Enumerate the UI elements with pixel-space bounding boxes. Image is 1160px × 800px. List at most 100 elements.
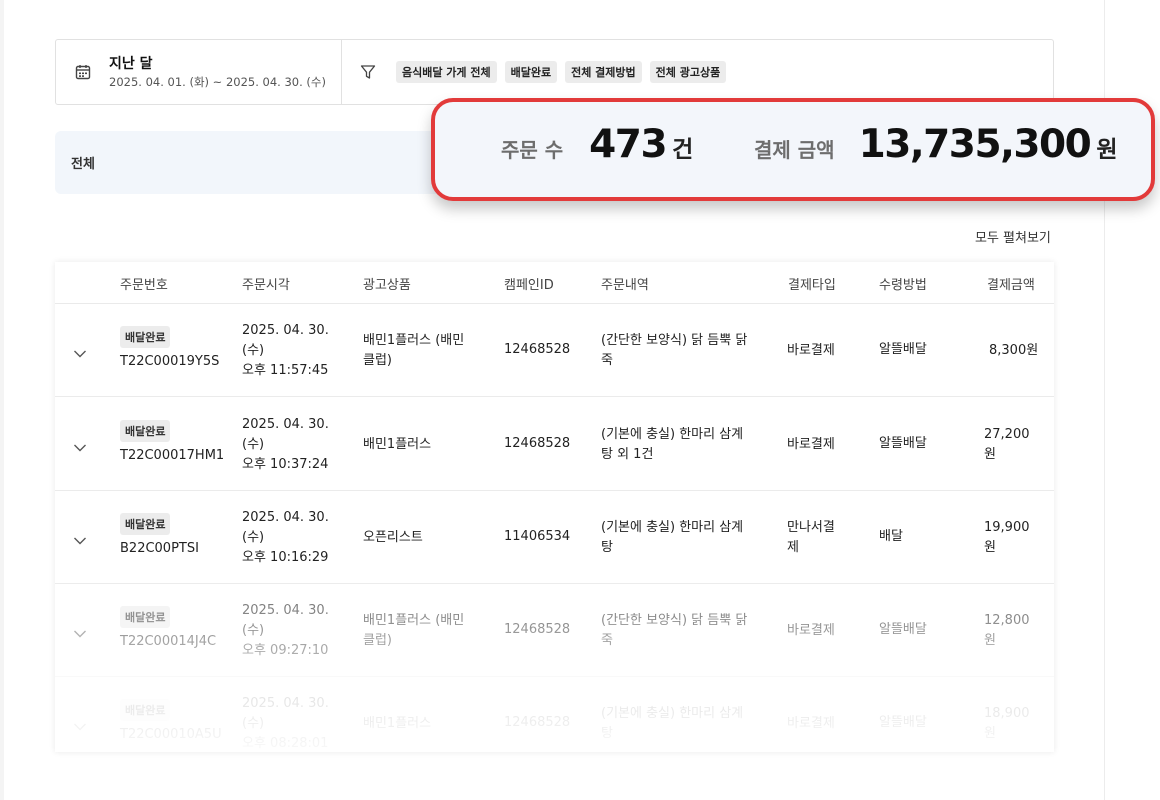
filter-chips[interactable]: 음식배달 가게 전체 배달완료 전체 결제방법 전체 광고상품	[342, 40, 734, 104]
order-time-line: 오후 09:27:10	[242, 642, 329, 658]
order-time: 2025. 04. 30. (수) 오후 10:37:24	[242, 415, 329, 475]
payment-amount-line: 원	[984, 539, 996, 555]
order-time: 2025. 04. 30. (수) 오후 09:27:10	[242, 601, 329, 661]
payment-type: 바로결제	[787, 714, 835, 734]
payment-amount-line: 원	[984, 725, 996, 741]
order-count-unit: 건	[672, 137, 694, 163]
orders-table: 주문번호 주문시각 광고상품 캠페인ID 주문내역 결제타입 수령방법 결제금액…	[55, 262, 1054, 752]
order-time-line: 오후 08:28:01	[242, 735, 329, 751]
payment-amount-stat: 결제 금액 13,735,300 원	[754, 122, 1117, 167]
chevron-down-icon[interactable]	[73, 624, 87, 638]
chevron-down-icon[interactable]	[73, 438, 87, 452]
order-time-line: (수)	[242, 622, 265, 638]
chevron-down-icon[interactable]	[73, 344, 87, 358]
ad-product-line: 클럽)	[363, 352, 392, 368]
order-time-line: (수)	[242, 529, 265, 545]
order-time-line: (수)	[242, 342, 265, 358]
payment-amount-line: 19,900	[984, 519, 1030, 535]
order-number: T22C00017HM1	[120, 448, 225, 463]
payment-amount-value: 13,735,300	[858, 122, 1092, 167]
panel-edge	[0, 0, 4, 800]
header-payment-type: 결제타입	[788, 278, 836, 293]
payment-amount: 12,800 원	[984, 611, 1030, 651]
order-count-label: 주문 수	[501, 138, 564, 162]
header-order-items: 주문내역	[601, 278, 649, 293]
receive-method: 알뜰배달	[879, 622, 927, 637]
ad-product-line: 배민1플러스 (배민	[363, 332, 465, 348]
order-time-line: 2025. 04. 30.	[242, 509, 329, 525]
receive-method: 알뜰배달	[879, 342, 927, 357]
payment-amount-unit: 원	[1096, 137, 1118, 163]
ad-product-line: 배민1플러스	[363, 715, 432, 731]
payment-amount: 27,200 원	[984, 425, 1030, 465]
payment-amount-line: 12,800	[984, 612, 1030, 628]
table-row[interactable]: 배달완료 T22C00014J4C 2025. 04. 30. (수) 오후 09:27…	[55, 584, 1054, 677]
ad-product: 오픈리스트	[363, 528, 423, 548]
order-time: 2025. 04. 30. (수) 오후 08:28:01	[242, 694, 329, 753]
payment-amount-label: 결제 금액	[754, 138, 835, 162]
table-row[interactable]: 배달완료 B22C00PTSI 2025. 04. 30. (수) 오후 10:16:2…	[55, 491, 1054, 584]
order-items: (기본에 충실) 한마리 삼계 탕	[601, 518, 743, 558]
order-time-line: 오후 10:16:29	[242, 549, 329, 565]
status-badge: 배달완료	[120, 420, 171, 442]
table-row[interactable]: 배달완료 T22C00019Y5S 2025. 04. 30. (수) 오후 11:57…	[55, 304, 1054, 397]
payment-type-line: 제	[787, 539, 799, 555]
header-order-no: 주문번호	[120, 278, 168, 293]
order-number: B22C00PTSI	[120, 541, 199, 556]
ad-product-line: 배민1플러스	[363, 436, 432, 452]
payment-type-line: 바로결제	[787, 622, 835, 638]
header-order-time: 주문시각	[242, 278, 290, 293]
ad-product-line: 오픈리스트	[363, 529, 423, 545]
table-row[interactable]: 배달완료 T22C00010A5U 2025. 04. 30. (수) 오후 08:28…	[55, 677, 1054, 752]
chevron-down-icon[interactable]	[73, 717, 87, 731]
campaign-id: 12468528	[504, 622, 571, 637]
order-count-value: 473	[589, 122, 667, 167]
order-number: T22C00010A5U	[120, 727, 222, 742]
table-row[interactable]: 배달완료 T22C00017HM1 2025. 04. 30. (수) 오후 10:37…	[55, 398, 1054, 491]
payment-amount-line: 원	[984, 446, 996, 462]
filter-bar: 지난 달 2025. 04. 01. (화) ~ 2025. 04. 30. (…	[55, 39, 1054, 105]
order-time-line: (수)	[242, 436, 265, 452]
header-payment-amount: 결제금액	[987, 278, 1035, 293]
ad-product-line: 클럽)	[363, 632, 392, 648]
order-time-line: 오후 11:57:45	[242, 362, 329, 378]
order-items-line: 죽	[601, 352, 613, 368]
filter-chip-payment[interactable]: 전체 결제방법	[565, 61, 642, 83]
payment-type: 바로결제	[787, 341, 835, 361]
order-items-line: (기본에 충실) 한마리 삼계	[601, 705, 744, 721]
table-header: 주문번호 주문시각 광고상품 캠페인ID 주문내역 결제타입 수령방법 결제금액	[55, 262, 1054, 304]
filter-icon[interactable]	[360, 64, 376, 80]
filter-chip-ad-product[interactable]: 전체 광고상품	[649, 61, 727, 83]
order-items-line: (간단한 보양식) 닭 듬뿍 닭	[601, 612, 748, 628]
payment-amount-line: 27,200	[984, 426, 1030, 442]
order-time: 2025. 04. 30. (수) 오후 11:57:45	[242, 321, 329, 381]
ad-product: 배민1플러스 (배민클럽)	[363, 331, 464, 371]
payment-type-line: 바로결제	[787, 342, 835, 358]
payment-amount-line: 18,900	[984, 705, 1030, 721]
filter-chip-status[interactable]: 배달완료	[504, 61, 558, 83]
order-time-line: 2025. 04. 30.	[242, 602, 329, 618]
filter-chip-store[interactable]: 음식배달 가게 전체	[396, 61, 497, 83]
period-selector[interactable]: 지난 달 2025. 04. 01. (화) ~ 2025. 04. 30. (…	[56, 40, 342, 104]
campaign-id: 11406534	[504, 529, 571, 544]
order-items-line: 죽	[601, 632, 613, 648]
expand-all-button[interactable]: 모두 펼쳐보기	[975, 227, 1051, 246]
period-title: 지난 달	[109, 55, 153, 72]
payment-type: 바로결제	[787, 621, 835, 641]
status-badge: 배달완료	[120, 513, 171, 535]
payment-type-line: 만나서결	[787, 519, 835, 535]
calendar-icon	[74, 63, 92, 81]
ad-product: 배민1플러스	[363, 714, 431, 734]
payment-amount-line: 원	[984, 632, 996, 648]
campaign-id: 12468528	[504, 715, 571, 730]
receive-method: 알뜰배달	[879, 715, 927, 730]
ad-product: 배민1플러스 (배민 클럽)	[363, 611, 464, 651]
receive-method: 배달	[879, 529, 903, 544]
payment-amount: 8,300원	[989, 341, 1038, 361]
chevron-down-icon[interactable]	[73, 531, 87, 545]
order-time-line: 오후 10:37:24	[242, 456, 329, 472]
order-items-line: 탕 외 1건	[601, 446, 654, 462]
order-count-stat: 주문 수 473 건	[501, 122, 693, 167]
campaign-id: 12468528	[504, 436, 571, 451]
summary-label: 전체	[71, 157, 95, 172]
